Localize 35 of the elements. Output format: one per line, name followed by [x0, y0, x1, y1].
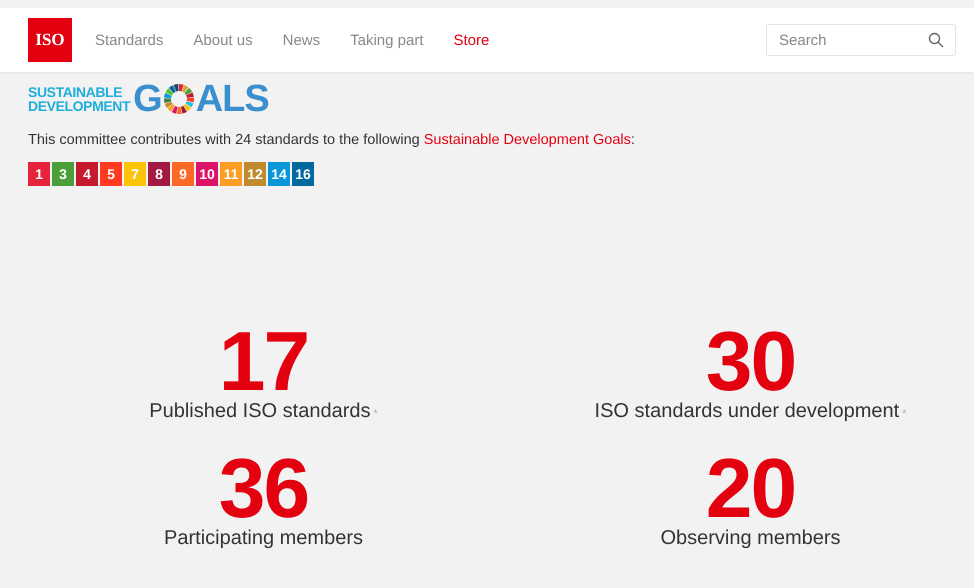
- goal-tile[interactable]: 12: [244, 162, 266, 186]
- goal-tile[interactable]: 9: [172, 162, 194, 186]
- nav-link[interactable]: Store: [454, 32, 490, 48]
- color-wheel-icon: [162, 83, 195, 115]
- stat-label: Published ISO standards: [149, 400, 370, 423]
- sdg-logo-word: G: [133, 80, 162, 118]
- stat-label: Participating members: [164, 527, 363, 550]
- footnote-mark: *: [902, 408, 906, 420]
- goal-tile[interactable]: 10: [196, 162, 218, 186]
- nav-link[interactable]: News: [282, 32, 320, 48]
- goal-tile[interactable]: 8: [148, 162, 170, 186]
- footnote-mark: *: [373, 408, 378, 420]
- nav-link[interactable]: About us: [193, 32, 253, 48]
- stat-number: 20: [706, 449, 796, 527]
- iso-logo[interactable]: ISO: [28, 18, 72, 62]
- goal-tile[interactable]: 1: [28, 162, 50, 186]
- stat-label: ISO standards under development: [594, 400, 900, 423]
- goal-tile[interactable]: 14: [268, 162, 290, 186]
- goal-tile[interactable]: 16: [292, 162, 314, 186]
- stat-number: 17: [218, 322, 308, 400]
- stat-number: 30: [706, 322, 796, 400]
- goal-tile[interactable]: 5: [100, 162, 122, 186]
- goal-tile[interactable]: 3: [52, 162, 74, 186]
- intro-text: This committee contributes with 24 standards to the following Sustainable Development Goals:: [28, 132, 636, 148]
- sdg-link[interactable]: Sustainable Development Goals: [424, 132, 631, 148]
- goal-tile[interactable]: 11: [220, 162, 242, 186]
- stat-label: Observing members: [660, 527, 841, 550]
- nav-link[interactable]: Standards: [95, 32, 164, 48]
- search-field[interactable]: Search: [766, 24, 956, 56]
- goal-tile[interactable]: 4: [76, 162, 98, 186]
- sdg-logo-text: SUSTAINABLE DEVELOPMENT: [28, 85, 130, 113]
- search-icon[interactable]: [928, 32, 944, 48]
- sdg-logo-word: ALS: [196, 80, 269, 118]
- nav-link[interactable]: Taking part: [350, 32, 424, 48]
- stat-number: 36: [218, 449, 308, 527]
